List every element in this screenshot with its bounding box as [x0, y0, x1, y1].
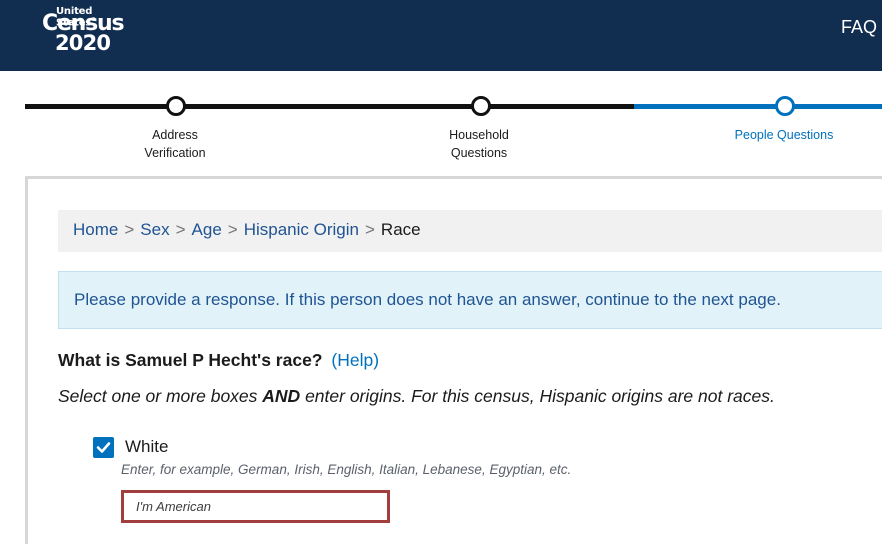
step-label-address: Address Verification — [144, 128, 206, 160]
white-origin-input[interactable] — [121, 490, 390, 523]
progress-track-current — [634, 104, 882, 109]
breadcrumb-separator: > — [175, 220, 186, 239]
breadcrumb-sex[interactable]: Sex — [140, 220, 169, 239]
breadcrumb-home[interactable]: Home — [73, 220, 118, 239]
alert-message: Please provide a response. If this perso… — [74, 290, 781, 309]
census-2020-logo[interactable]: United States® Census 2020 — [40, 6, 132, 56]
breadcrumb-current: Race — [380, 220, 421, 239]
question-heading: What is Samuel P Hecht's race? (Help) — [58, 350, 379, 371]
white-checkbox[interactable] — [93, 437, 114, 458]
white-checkbox-label[interactable]: White — [125, 437, 168, 457]
site-header: United States® Census 2020 FAQ — [0, 0, 882, 71]
info-alert: Please provide a response. If this perso… — [58, 271, 882, 329]
breadcrumb-hispanic-origin[interactable]: Hispanic Origin — [244, 220, 359, 239]
logo-year: 2020 — [55, 31, 111, 55]
breadcrumb-separator: > — [364, 220, 375, 239]
step-node-household — [471, 96, 491, 116]
step-label-people: People Questions — [734, 128, 834, 142]
progress-track-complete — [25, 104, 634, 109]
step-label-household: Household Questions — [449, 128, 509, 160]
breadcrumb: Home > Sex > Age > Hispanic Origin > Race — [58, 210, 882, 252]
checkmark-icon — [96, 442, 111, 453]
help-link[interactable]: (Help) — [331, 350, 379, 370]
faq-link[interactable]: FAQ — [841, 17, 877, 38]
step-node-people — [775, 96, 795, 116]
question-instruction: Select one or more boxes AND enter origi… — [58, 386, 775, 406]
progress-stepper: Address Verification Household Questions P… — [0, 71, 882, 176]
question-text: What is Samuel P Hecht's race? — [58, 350, 323, 370]
breadcrumb-separator: > — [124, 220, 135, 239]
breadcrumb-separator: > — [227, 220, 238, 239]
white-origin-hint: Enter, for example, German, Irish, Engli… — [121, 462, 572, 477]
breadcrumb-age[interactable]: Age — [192, 220, 222, 239]
step-node-address — [166, 96, 186, 116]
